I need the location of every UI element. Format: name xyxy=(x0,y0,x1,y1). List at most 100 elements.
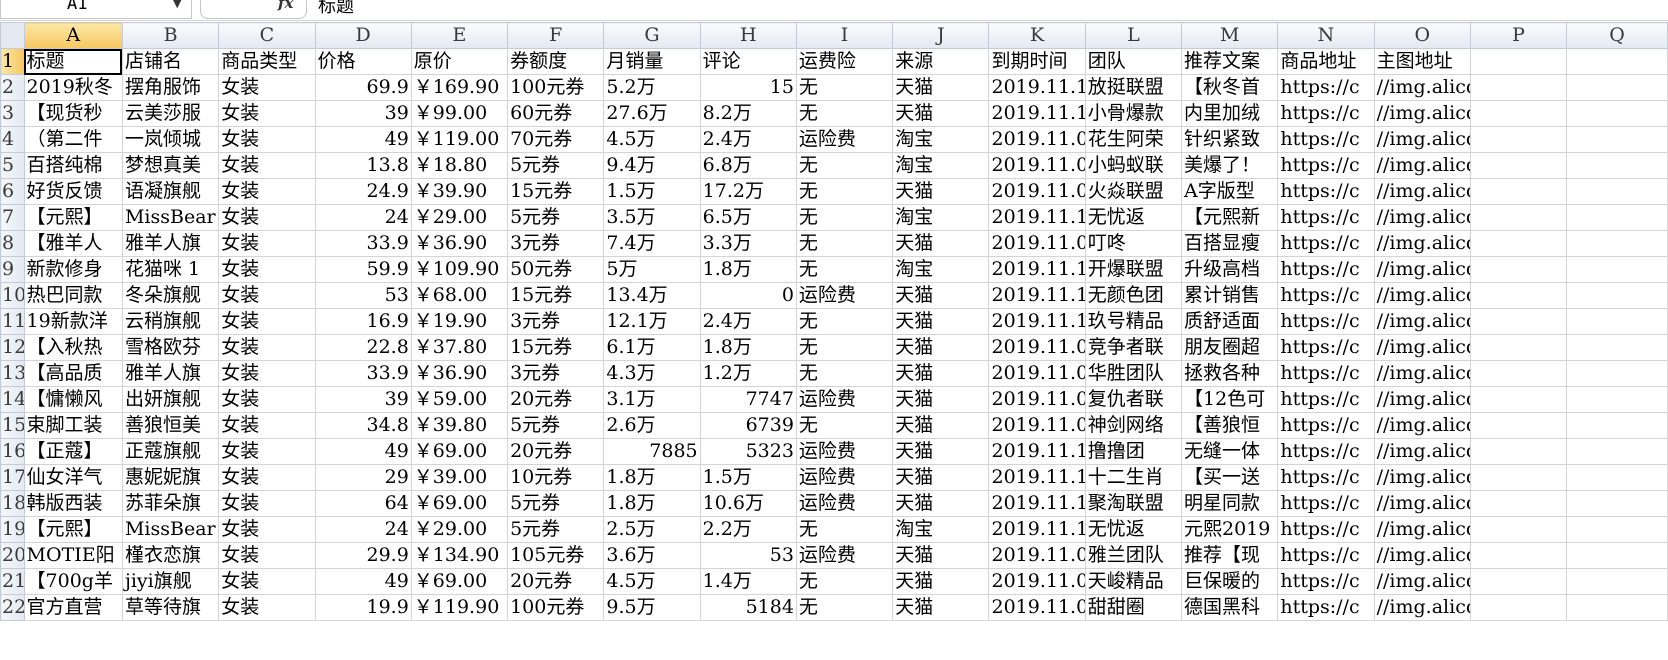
cell-a11[interactable]: 19新款洋 xyxy=(23,308,123,335)
row-header[interactable]: 14 xyxy=(0,386,25,413)
cell-j12[interactable]: 天猫 xyxy=(892,334,990,361)
cell-e7[interactable]: ￥29.00 xyxy=(410,204,509,231)
cell-b15[interactable]: 善狼恒美 xyxy=(121,412,220,439)
cell-l11[interactable]: 玖号精品 xyxy=(1084,308,1183,335)
cell-o11[interactable]: //img.alicdn.com/imgextra/i xyxy=(1373,308,1471,335)
cell-i20[interactable]: 运险费 xyxy=(795,542,894,569)
column-header-g[interactable]: G xyxy=(603,22,701,49)
column-header-o[interactable]: O xyxy=(1373,22,1471,49)
cell-k2[interactable]: 2019.11.1 xyxy=(988,74,1086,101)
cell-f2[interactable]: 100元券 xyxy=(507,74,605,101)
cell-k13[interactable]: 2019.11.0 xyxy=(988,360,1086,387)
cell-g12[interactable]: 6.1万 xyxy=(603,334,701,361)
cell-i12[interactable]: 无 xyxy=(795,334,894,361)
cell-j4[interactable]: 淘宝 xyxy=(892,126,990,153)
column-header-h[interactable]: H xyxy=(699,22,797,49)
cell-n4[interactable]: https://c xyxy=(1277,126,1375,153)
cell-k1[interactable]: 到期时间 xyxy=(988,48,1086,75)
column-header-b[interactable]: B xyxy=(121,22,220,49)
cell-q20[interactable] xyxy=(1566,542,1668,569)
cell-h20[interactable]: 53 xyxy=(699,542,797,569)
cell-g20[interactable]: 3.6万 xyxy=(603,542,701,569)
cell-c7[interactable]: 女装 xyxy=(218,204,316,231)
cell-m14[interactable]: 【12色可 xyxy=(1181,386,1279,413)
row-header[interactable]: 8 xyxy=(0,230,25,257)
cell-m6[interactable]: A字版型 xyxy=(1181,178,1279,205)
cell-p21[interactable] xyxy=(1469,568,1568,595)
cell-o7[interactable]: //img.alicdn.com/imgextra/i xyxy=(1373,204,1471,231)
cell-l5[interactable]: 小蚂蚁联 xyxy=(1084,152,1183,179)
cell-e13[interactable]: ￥36.90 xyxy=(410,360,509,387)
cell-j19[interactable]: 淘宝 xyxy=(892,516,990,543)
cell-b1[interactable]: 店铺名 xyxy=(121,48,220,75)
cell-m3[interactable]: 内里加绒 xyxy=(1181,100,1279,127)
cell-a22[interactable]: 官方直营 xyxy=(23,594,123,621)
cell-q9[interactable] xyxy=(1566,256,1668,283)
cell-p20[interactable] xyxy=(1469,542,1568,569)
cell-l3[interactable]: 小骨爆款 xyxy=(1084,100,1183,127)
cell-i10[interactable]: 运险费 xyxy=(795,282,894,309)
cell-q4[interactable] xyxy=(1566,126,1668,153)
column-header-m[interactable]: M xyxy=(1181,22,1279,49)
cell-l22[interactable]: 甜甜圈 xyxy=(1084,594,1183,621)
cell-f12[interactable]: 15元券 xyxy=(507,334,605,361)
cell-e12[interactable]: ￥37.80 xyxy=(410,334,509,361)
cell-g9[interactable]: 5万 xyxy=(603,256,701,283)
cell-d10[interactable]: 53 xyxy=(314,282,412,309)
cell-a1[interactable]: 标题 xyxy=(23,48,123,75)
row-header[interactable]: 5 xyxy=(0,152,25,179)
cell-i7[interactable]: 无 xyxy=(795,204,894,231)
cell-l16[interactable]: 撸撸团 xyxy=(1084,438,1183,465)
cell-k9[interactable]: 2019.11.1 xyxy=(988,256,1086,283)
cell-j9[interactable]: 淘宝 xyxy=(892,256,990,283)
cell-f16[interactable]: 20元券 xyxy=(507,438,605,465)
cell-l19[interactable]: 无忧返 xyxy=(1084,516,1183,543)
cell-h13[interactable]: 1.2万 xyxy=(699,360,797,387)
cell-f15[interactable]: 5元券 xyxy=(507,412,605,439)
cell-l13[interactable]: 华胜团队 xyxy=(1084,360,1183,387)
cell-j21[interactable]: 天猫 xyxy=(892,568,990,595)
cell-l2[interactable]: 放挺联盟 xyxy=(1084,74,1183,101)
cell-p18[interactable] xyxy=(1469,490,1568,517)
cell-i13[interactable]: 无 xyxy=(795,360,894,387)
cell-c10[interactable]: 女装 xyxy=(218,282,316,309)
cell-m18[interactable]: 明星同款 xyxy=(1181,490,1279,517)
cell-k4[interactable]: 2019.11.0 xyxy=(988,126,1086,153)
cell-c18[interactable]: 女装 xyxy=(218,490,316,517)
row-header[interactable]: 21 xyxy=(0,568,25,595)
cell-f4[interactable]: 70元券 xyxy=(507,126,605,153)
cell-j3[interactable]: 天猫 xyxy=(892,100,990,127)
cell-e11[interactable]: ￥19.90 xyxy=(410,308,509,335)
cell-f13[interactable]: 3元券 xyxy=(507,360,605,387)
cell-q11[interactable] xyxy=(1566,308,1668,335)
cell-q21[interactable] xyxy=(1566,568,1668,595)
row-header[interactable]: 7 xyxy=(0,204,25,231)
cell-l10[interactable]: 无颜色团 xyxy=(1084,282,1183,309)
cell-m10[interactable]: 累计销售 xyxy=(1181,282,1279,309)
cell-k17[interactable]: 2019.11.1 xyxy=(988,464,1086,491)
cell-k21[interactable]: 2019.11.0 xyxy=(988,568,1086,595)
cell-f11[interactable]: 3元券 xyxy=(507,308,605,335)
cell-c15[interactable]: 女装 xyxy=(218,412,316,439)
cell-l4[interactable]: 花生阿荣 xyxy=(1084,126,1183,153)
cell-a6[interactable]: 好货反馈 xyxy=(23,178,123,205)
column-header-i[interactable]: I xyxy=(795,22,894,49)
cell-d18[interactable]: 64 xyxy=(314,490,412,517)
cell-m15[interactable]: 【善狼恒 xyxy=(1181,412,1279,439)
cell-b18[interactable]: 苏菲朵旗 xyxy=(121,490,220,517)
insert-function-icon[interactable]: fx xyxy=(278,0,293,12)
cell-k12[interactable]: 2019.11.0 xyxy=(988,334,1086,361)
cell-q2[interactable] xyxy=(1566,74,1668,101)
cell-d21[interactable]: 49 xyxy=(314,568,412,595)
cell-m20[interactable]: 推荐【现 xyxy=(1181,542,1279,569)
cell-d11[interactable]: 16.9 xyxy=(314,308,412,335)
cell-e8[interactable]: ￥36.90 xyxy=(410,230,509,257)
cell-o13[interactable]: //img.alicdn.com/imgextra/i xyxy=(1373,360,1471,387)
cell-o17[interactable]: //img.alicdn.com/imgextra/i xyxy=(1373,464,1471,491)
cell-i9[interactable]: 无 xyxy=(795,256,894,283)
cell-i21[interactable]: 无 xyxy=(795,568,894,595)
column-header-j[interactable]: J xyxy=(892,22,990,49)
cell-q16[interactable] xyxy=(1566,438,1668,465)
cell-b5[interactable]: 梦想真美 xyxy=(121,152,220,179)
cell-h12[interactable]: 1.8万 xyxy=(699,334,797,361)
